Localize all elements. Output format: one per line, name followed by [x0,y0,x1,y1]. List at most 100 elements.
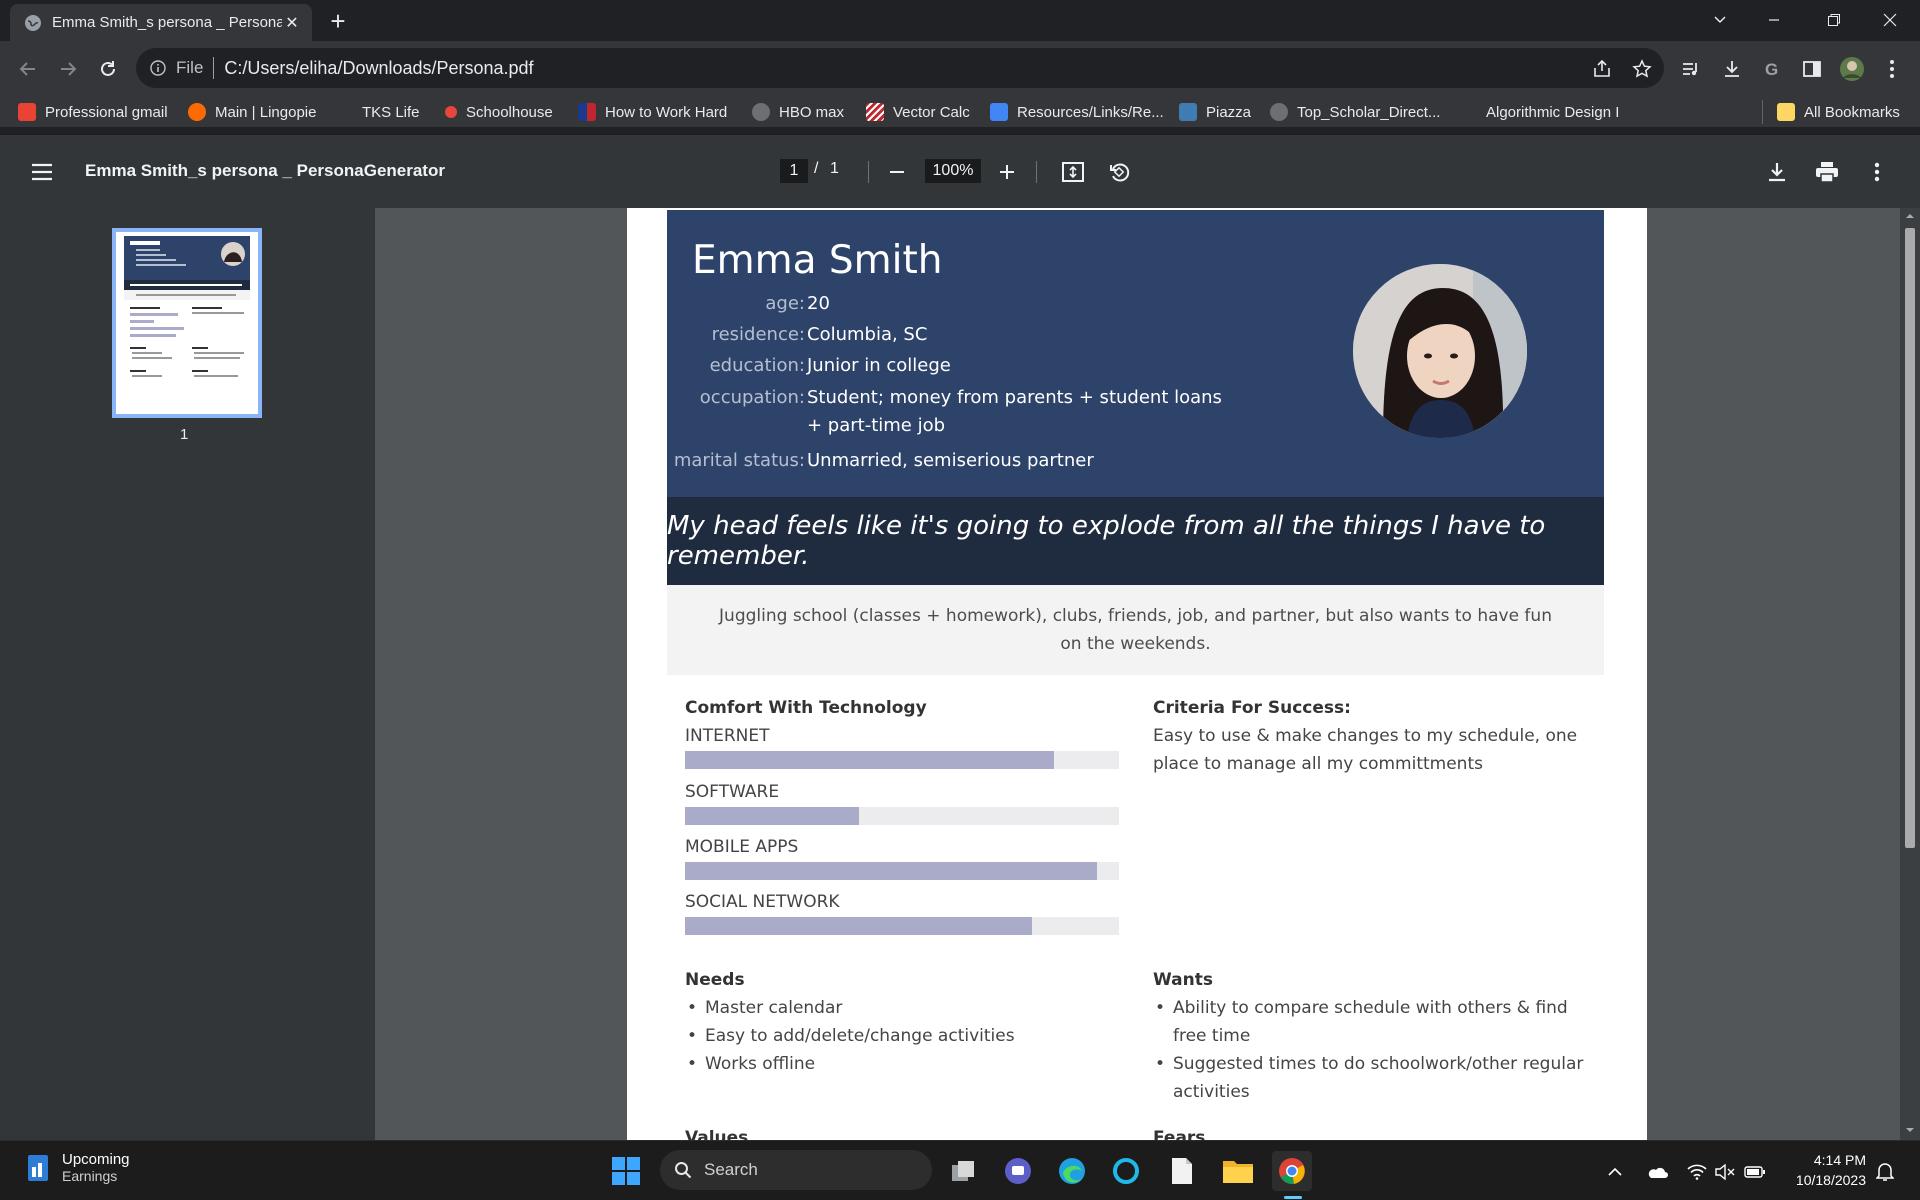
tech-label-social-network: SOCIAL NETWORK [685,892,840,912]
taskbar-search[interactable]: Search [660,1150,932,1190]
pdf-page: Emma Smith age: 20 residence: Columbia, … [627,208,1647,1140]
page-number-input[interactable]: 1 [780,159,808,183]
values-title: Values [685,1128,749,1140]
persona-name: Emma Smith [692,238,943,283]
downloads-icon[interactable] [1716,53,1748,85]
scroll-down-icon[interactable] [1906,1126,1914,1134]
scroll-up-icon[interactable] [1906,212,1914,220]
fit-to-page-icon[interactable] [1058,157,1088,187]
fact-label-marital-status: marital status: [673,450,805,471]
more-options-icon[interactable] [1862,157,1892,187]
viewer-scrollbar[interactable] [1900,208,1920,1140]
gmail-icon [18,103,36,121]
page-total: 1 [830,160,839,177]
bookmark-algorithmic-design[interactable]: Algorithmic Design I [1486,100,1619,124]
file-explorer-icon[interactable] [1218,1151,1258,1191]
browser-menu-icon[interactable] [1876,53,1908,85]
criteria-text: Easy to use & make changes to my schedul… [1153,726,1578,774]
tech-section-title: Comfort With Technology [685,698,927,718]
widget-title: Upcoming [62,1151,130,1168]
bookmark-resources[interactable]: Resources/Links/Re... [990,100,1164,124]
back-button[interactable] [12,53,44,85]
bookmark-tks-life[interactable]: TKS Life [345,100,420,124]
system-clock[interactable]: 4:14 PM 10/18/2023 [1786,1150,1866,1190]
list-item: Works offline [685,1050,1115,1078]
tks-icon [345,103,353,121]
persona-summary: Juggling school (classes + homework), cl… [667,585,1604,675]
bookmark-how-to-work-hard[interactable]: How to Work Hard [578,100,727,124]
list-item: Ability to compare schedule with others … [1153,994,1603,1050]
url-text[interactable]: C:/Users/eliha/Downloads/Persona.pdf [224,58,533,79]
persona-photo [1353,264,1527,438]
battery-icon[interactable] [1744,1161,1766,1183]
share-icon[interactable] [1586,53,1618,85]
print-icon[interactable] [1812,157,1842,187]
info-icon[interactable] [150,60,166,76]
chevron-up-icon[interactable] [1604,1161,1626,1183]
tab-close-icon[interactable]: ✕ [282,13,302,33]
google-extension-icon[interactable]: G [1756,53,1788,85]
zoom-level-input[interactable]: 100% [925,159,981,183]
menu-icon[interactable] [27,157,57,187]
widgets-button[interactable]: Upcoming Earnings [26,1151,130,1184]
edge-icon[interactable] [1052,1151,1092,1191]
restore-button[interactable] [1804,0,1864,40]
cortana-icon[interactable] [1106,1151,1146,1191]
docs-icon [990,103,1008,121]
tech-fill-social-network [685,917,1033,935]
onedrive-icon[interactable] [1646,1161,1668,1183]
flag-icon [578,103,596,121]
thumbnail-sidebar: 1 [0,208,375,1140]
bookmark-piazza[interactable]: Piazza [1179,100,1251,124]
start-button[interactable] [606,1151,646,1191]
zoom-in-button[interactable] [992,157,1022,187]
notification-bell-icon[interactable] [1874,1161,1896,1183]
criteria-title: Criteria For Success: [1153,698,1351,718]
teams-chat-icon[interactable] [998,1151,1038,1191]
address-bar[interactable]: File C:/Users/eliha/Downloads/Persona.pd… [136,48,1664,88]
task-view-icon[interactable] [944,1151,984,1191]
fears-title: Fears [1153,1128,1206,1140]
globe-icon [1270,103,1288,121]
bookmark-star-icon[interactable] [1626,53,1658,85]
pdf-document-title: Emma Smith_s persona _ PersonaGenerator [85,161,445,180]
zoom-out-button[interactable] [882,157,912,187]
tech-label-internet: INTERNET [685,726,770,746]
browser-tab[interactable]: Emma Smith_s persona _ PersonaGenerator … [10,4,312,41]
side-panel-icon[interactable] [1796,53,1828,85]
tab-strip: Emma Smith_s persona _ PersonaGenerator … [0,0,1920,41]
bookmark-hbo-max[interactable]: HBO max [752,100,844,124]
rotate-icon[interactable] [1104,157,1134,187]
chrome-icon[interactable] [1272,1151,1312,1191]
stock-widget-icon [28,1154,48,1181]
close-window-button[interactable] [1860,0,1920,40]
tech-label-software: SOFTWARE [685,782,780,802]
tab-search-icon[interactable] [1690,0,1750,40]
all-bookmarks-button[interactable]: All Bookmarks [1762,100,1900,124]
bookmark-professional-gmail[interactable]: Professional gmail [18,100,168,124]
forward-button[interactable] [52,53,84,85]
pdf-download-icon[interactable] [1762,157,1792,187]
tech-bar-social-network [685,917,1119,935]
needs-list: Master calendar Easy to add/delete/chang… [685,994,1115,1078]
scrollbar-thumb[interactable] [1905,228,1915,848]
reload-button[interactable] [92,53,124,85]
reading-list-icon[interactable] [1675,53,1707,85]
wants-list: Ability to compare schedule with others … [1153,994,1603,1106]
bookmark-vector-calc[interactable]: Vector Calc [866,100,970,124]
tab-title: Emma Smith_s persona _ PersonaGenerator [52,14,282,31]
volume-muted-icon[interactable] [1714,1161,1736,1183]
widget-subtitle: Earnings [62,1168,118,1184]
page-thumbnail[interactable] [112,228,262,418]
bookmark-schoolhouse[interactable]: Schoolhouse [445,100,553,124]
bookmark-top-scholar[interactable]: Top_Scholar_Direct... [1270,100,1440,124]
profile-avatar[interactable] [1836,53,1868,85]
pdf-viewer[interactable]: Emma Smith age: 20 residence: Columbia, … [375,208,1900,1140]
persona-quote: My head feels like it's going to explode… [667,497,1604,585]
fact-label-age: age: [765,293,805,314]
notepad-icon[interactable] [1162,1151,1202,1191]
new-tab-button[interactable]: + [324,8,352,36]
bookmark-lingopie[interactable]: Main | Lingopie [188,100,316,124]
minimize-button[interactable] [1744,0,1804,40]
wifi-icon[interactable] [1686,1161,1708,1183]
